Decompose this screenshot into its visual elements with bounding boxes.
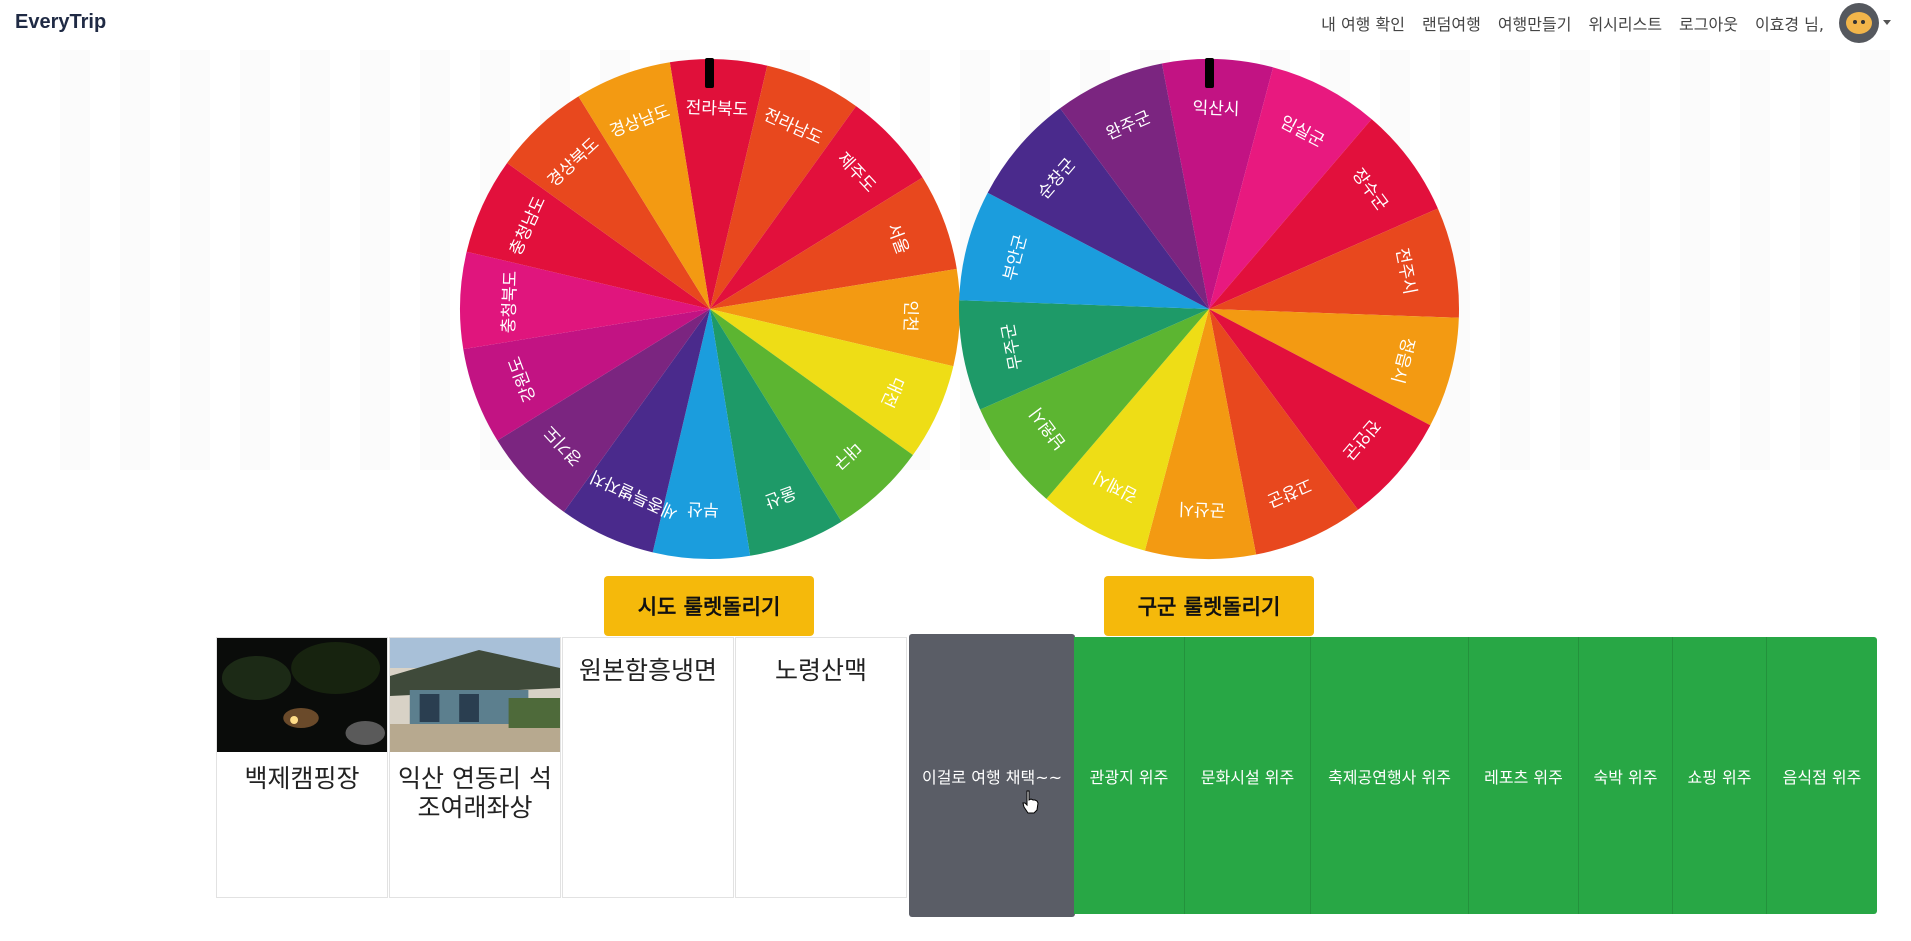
category-shopping-button[interactable]: 쇼핑 위주 — [1673, 637, 1767, 914]
wheel-segment-label: 익산시 — [1192, 98, 1240, 120]
wheel-segment-label: 부산 — [687, 498, 719, 519]
chevron-down-icon[interactable] — [1883, 20, 1891, 25]
hand-cursor-icon — [1022, 790, 1039, 814]
temple-photo — [390, 638, 560, 752]
gugun-spin-button[interactable]: 구군 룰렛돌리기 — [1104, 576, 1314, 636]
nav-random-trip[interactable]: 랜덤여행 — [1422, 11, 1481, 35]
place-card[interactable]: 익산 연동리 석조여래좌상 — [389, 637, 561, 898]
place-card[interactable]: 백제캠핑장 — [216, 637, 388, 898]
card-title: 백제캠핑장 — [244, 764, 360, 793]
user-name: 이효경 님, — [1754, 14, 1824, 34]
nav-wishlist[interactable]: 위시리스트 — [1588, 11, 1662, 35]
sido-wheel-svg: 전라북도 전라남도제주도서울인천대전대구울산부산세종특별자치시경기도강원도충청북도… — [460, 58, 960, 559]
nav-links: 내 여행 확인 랜덤여행 여행만들기 위시리스트 로그아웃 이효경 님, — [1304, 0, 1891, 45]
place-card[interactable]: 노령산맥 — [735, 637, 907, 898]
wheel-segment-label: 군산시 — [1178, 498, 1226, 520]
category-tourism-button[interactable]: 관광지 위주 — [1074, 637, 1185, 914]
gugun-wheel-svg: 익산시임실군장수군전주시정읍시진안군고창군군산시김제시남원시무주군부안군순창군완… — [959, 58, 1459, 559]
category-leports-button[interactable]: 레포츠 위주 — [1469, 637, 1579, 914]
card-title: 노령산맥 — [774, 656, 867, 685]
sido-spin-button[interactable]: 시도 룰렛돌리기 — [604, 576, 814, 636]
adopt-trip-button[interactable]: 이걸로 여행 채택~~ — [909, 634, 1075, 917]
category-restaurant-button[interactable]: 음식점 위주 — [1767, 637, 1877, 914]
brand-logo[interactable]: EveryTrip — [15, 11, 106, 34]
nav-logout[interactable]: 로그아웃 — [1679, 11, 1738, 35]
category-culture-button[interactable]: 문화시설 위주 — [1185, 637, 1311, 914]
gugun-wheel-pointer — [1205, 58, 1214, 88]
navbar: EveryTrip 내 여행 확인 랜덤여행 여행만들기 위시리스트 로그아웃 … — [0, 0, 1911, 45]
category-lodging-button[interactable]: 숙박 위주 — [1579, 637, 1673, 914]
category-festival-button[interactable]: 축제공연행사 위주 — [1311, 637, 1469, 914]
nav-make-trip[interactable]: 여행만들기 — [1498, 11, 1572, 35]
adopt-trip-label: 이걸로 여행 채택~~ — [921, 767, 1063, 787]
avatar-character-icon — [1846, 11, 1872, 34]
sido-wheel-pointer — [705, 58, 714, 88]
avatar[interactable] — [1839, 2, 1879, 43]
wheel-segment-label: 충청북도 — [499, 270, 521, 333]
card-title: 원본함흥냉면 — [578, 656, 717, 685]
place-card[interactable]: 원본함흥냉면 — [562, 637, 734, 898]
gugun-roulette-wheel: 익산시 임실군 장수군 전주시 정읍시 진안군 고창군 군산시 김제시 남원시 무주군 부안군 순창군 완… — [958, 58, 1460, 560]
night-forest-photo — [217, 638, 387, 752]
card-title: 익산 연동리 석조여래좌상 — [398, 764, 552, 822]
wheel-segment-label: 인천 — [899, 300, 920, 332]
sido-roulette-wheel: 전라북도 전라남도 제주도 서울 인천 대전 대구 울산 부산 세종특별자치시 경기도 강원도 충청북도… — [459, 58, 961, 560]
nav-my-trips[interactable]: 내 여행 확인 — [1321, 11, 1405, 35]
wheel-segment-label: 전라북도 — [685, 98, 748, 120]
